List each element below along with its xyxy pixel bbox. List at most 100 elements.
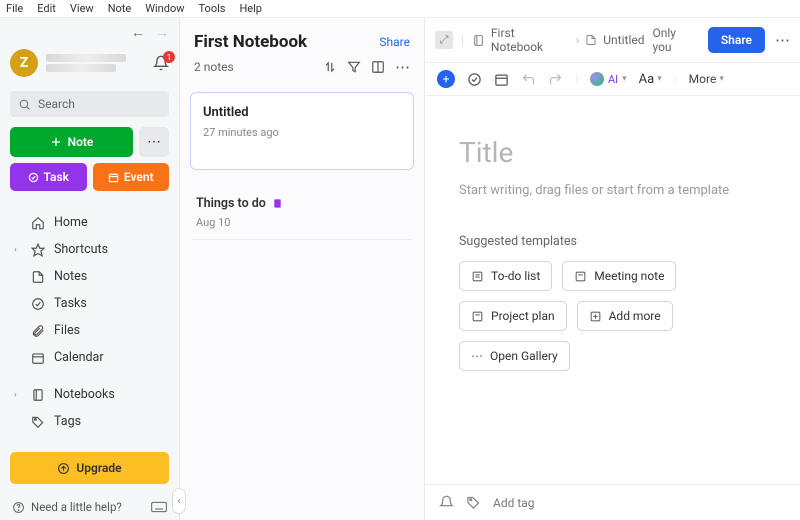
sidebar-label: Home [54, 215, 88, 230]
new-note-button[interactable]: Note [10, 127, 133, 157]
home-icon [31, 216, 45, 230]
template-add-more[interactable]: Add more [577, 301, 673, 331]
menu-note[interactable]: Note [108, 2, 132, 15]
upgrade-button[interactable]: Upgrade [10, 452, 169, 484]
toolbar-more-button[interactable]: More▾ [689, 72, 724, 86]
search-placeholder: Search [38, 97, 75, 111]
text-style-button[interactable]: Aa▾ [639, 72, 662, 87]
sidebar-item-tags[interactable]: Tags [0, 408, 179, 435]
filter-icon[interactable] [347, 60, 361, 74]
account-row[interactable]: Z 1 [0, 45, 179, 81]
new-note-more-button[interactable]: ⋯ [139, 127, 169, 157]
note-icon [574, 270, 587, 283]
new-task-label: Task [44, 170, 70, 184]
template-meeting[interactable]: Meeting note [562, 261, 676, 291]
note-card[interactable]: Things to do Aug 10 [192, 186, 412, 240]
sidebar-item-notebooks[interactable]: › Notebooks [0, 381, 179, 408]
list-icon [471, 270, 484, 283]
sidebar-label: Shortcuts [54, 242, 108, 257]
redo-icon[interactable] [548, 72, 563, 87]
menu-help[interactable]: Help [239, 2, 262, 15]
sidebar-item-notes[interactable]: Notes [0, 263, 179, 290]
tag-add-icon[interactable] [466, 495, 481, 510]
collapse-sidebar-icon[interactable]: ‹ [172, 488, 186, 514]
share-button[interactable]: Share [708, 27, 765, 53]
add-tag-input[interactable]: Add tag [493, 496, 535, 510]
sidebar-label: Notes [54, 269, 87, 284]
avatar: Z [10, 49, 38, 77]
app-menubar: File Edit View Note Window Tools Help [0, 0, 800, 18]
template-open-gallery[interactable]: ⋯ Open Gallery [459, 341, 570, 371]
more-icon[interactable]: ⋯ [395, 58, 410, 76]
more-label: More [689, 72, 717, 86]
breadcrumb-notebook: First Notebook [491, 26, 570, 54]
sidebar-label: Files [54, 323, 80, 338]
note-extra-icon [272, 198, 283, 209]
sidebar-label: Calendar [54, 350, 104, 365]
sidebar-item-home[interactable]: Home [0, 209, 179, 236]
chevron-right-icon: › [14, 390, 22, 400]
new-event-button[interactable]: Event [93, 163, 170, 191]
note-card-time: Aug 10 [196, 216, 408, 229]
note-card[interactable]: Untitled 27 minutes ago [190, 92, 414, 170]
ai-button[interactable]: AI▾ [590, 72, 627, 86]
ai-sparkle-icon [590, 72, 604, 86]
insert-plus-icon[interactable]: + [437, 70, 455, 88]
editor-panel: ⤢ | First Notebook › Untitled Only you S… [425, 18, 800, 520]
more-icon[interactable]: ⋯ [775, 31, 790, 49]
help-link[interactable]: Need a little help? [12, 500, 122, 514]
more-icon: ⋯ [471, 349, 483, 363]
suggested-templates-label: Suggested templates [459, 234, 766, 249]
share-status[interactable]: Only you [653, 26, 698, 54]
note-card-time: 27 minutes ago [203, 126, 401, 139]
sidebar-label: Tags [54, 414, 81, 429]
sidebar-item-files[interactable]: Files [0, 317, 179, 344]
search-input[interactable]: Search [10, 91, 169, 117]
note-body-input[interactable]: Start writing, drag files or start from … [459, 183, 766, 198]
notebook-title: First Notebook [194, 32, 307, 52]
nav-forward-icon[interactable]: → [155, 24, 169, 41]
add-icon [589, 310, 602, 323]
reminder-icon[interactable] [439, 495, 454, 510]
view-toggle-icon[interactable] [371, 60, 385, 74]
chevron-right-icon: › [14, 245, 22, 255]
template-project[interactable]: Project plan [459, 301, 567, 331]
notification-badge: 1 [163, 51, 175, 63]
sidebar-item-shortcuts[interactable]: › Shortcuts [0, 236, 179, 263]
menu-file[interactable]: File [6, 2, 23, 15]
account-name-placeholder [46, 54, 126, 72]
notifications-bell-icon[interactable]: 1 [153, 55, 169, 71]
notebook-share-link[interactable]: Share [379, 35, 410, 49]
sort-icon[interactable] [323, 60, 337, 74]
sidebar-item-calendar[interactable]: Calendar [0, 344, 179, 371]
keyboard-icon[interactable] [151, 501, 167, 513]
note-list-panel: First Notebook Share 2 notes ⋯ Untitled … [180, 18, 425, 520]
breadcrumb[interactable]: First Notebook › Untitled [472, 26, 645, 54]
calendar-insert-icon[interactable] [494, 72, 509, 87]
chip-label: Meeting note [594, 269, 664, 283]
expand-icon[interactable]: ⤢ [435, 31, 453, 49]
menu-tools[interactable]: Tools [199, 2, 226, 15]
check-circle-icon [31, 297, 45, 311]
menu-window[interactable]: Window [145, 2, 184, 15]
chip-label: Add more [609, 309, 661, 323]
task-toggle-icon[interactable] [467, 72, 482, 87]
new-event-label: Event [124, 170, 154, 184]
sidebar-item-tasks[interactable]: Tasks [0, 290, 179, 317]
undo-icon[interactable] [521, 72, 536, 87]
sidebar-label: Notebooks [54, 387, 115, 402]
chip-label: To-do list [491, 269, 540, 283]
star-icon [31, 243, 45, 257]
notebook-icon [472, 34, 485, 47]
breadcrumb-note: Untitled [603, 33, 644, 47]
template-todo[interactable]: To-do list [459, 261, 552, 291]
chip-label: Open Gallery [490, 349, 558, 363]
sidebar-label: Tasks [54, 296, 87, 311]
note-title-input[interactable]: Title [459, 136, 766, 169]
help-label: Need a little help? [31, 500, 122, 514]
menu-view[interactable]: View [70, 2, 94, 15]
upgrade-label: Upgrade [76, 461, 121, 475]
nav-back-icon[interactable]: ← [131, 24, 145, 41]
new-task-button[interactable]: Task [10, 163, 87, 191]
menu-edit[interactable]: Edit [37, 2, 56, 15]
